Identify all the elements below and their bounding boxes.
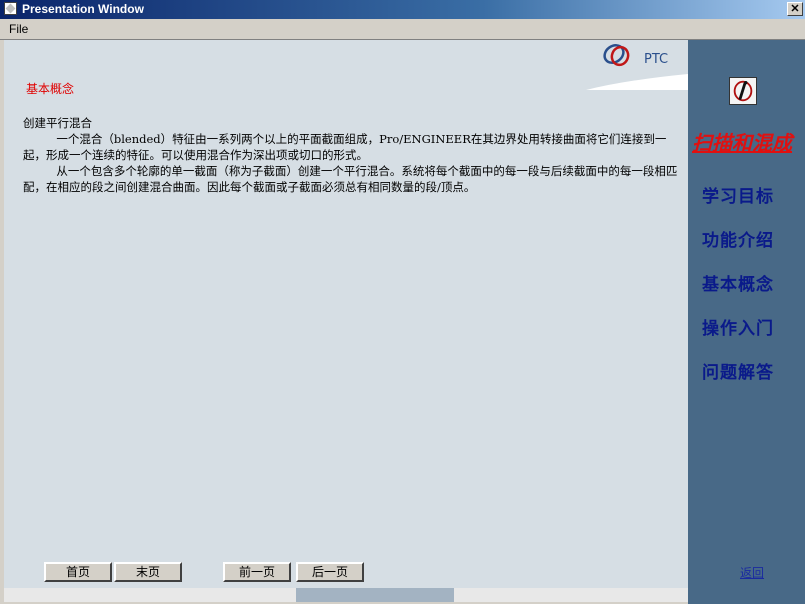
- content-area: PTC 基本概念 创建平行混合 一个混合（blended）特征由一系列两个以上的…: [4, 40, 688, 588]
- paragraph-2: 从一个包含多个轮廓的单一截面（称为子截面）创建一个平行混合。系统将每个截面中的每…: [23, 164, 678, 194]
- window-title: Presentation Window: [22, 2, 144, 16]
- logo-swoosh: [586, 74, 688, 90]
- sidebar-item-learning-goals[interactable]: 学习目标: [702, 186, 798, 208]
- info-emblem-icon: [729, 77, 757, 105]
- section-title: 基本概念: [26, 82, 75, 96]
- body-text: 创建平行混合 一个混合（blended）特征由一系列两个以上的平面截面组成，Pr…: [23, 115, 683, 195]
- sidebar-item-faq[interactable]: 问题解答: [702, 362, 798, 384]
- ptc-logo: PTC: [603, 44, 668, 67]
- close-button[interactable]: ✕: [787, 2, 803, 16]
- sidebar-item-getting-started[interactable]: 操作入门: [702, 318, 798, 340]
- first-page-button[interactable]: 首页: [44, 562, 112, 582]
- sidebar-item-basic-concepts[interactable]: 基本概念: [702, 274, 798, 296]
- previous-page-button[interactable]: 前一页: [223, 562, 291, 582]
- horizontal-scrollbar[interactable]: [4, 588, 688, 602]
- ptc-logo-text: PTC: [644, 52, 668, 67]
- next-page-button[interactable]: 后一页: [296, 562, 364, 582]
- title-bar: Presentation Window ✕: [0, 0, 805, 19]
- scrollbar-thumb[interactable]: [296, 588, 454, 602]
- back-link[interactable]: 返回: [740, 564, 764, 581]
- window-icon[interactable]: [4, 2, 17, 15]
- sidebar: 扫描和混成 学习目标 功能介绍 基本概念 操作入门 问题解答 返回: [688, 40, 805, 604]
- last-page-button[interactable]: 末页: [114, 562, 182, 582]
- sidebar-item-features[interactable]: 功能介绍: [702, 230, 798, 252]
- sidebar-heading[interactable]: 扫描和混成: [692, 130, 802, 156]
- subtitle: 创建平行混合: [23, 116, 92, 130]
- menu-file[interactable]: File: [9, 22, 28, 36]
- paragraph-1: 一个混合（blended）特征由一系列两个以上的平面截面组成，Pro/ENGIN…: [23, 132, 667, 162]
- menu-bar: File: [0, 19, 805, 40]
